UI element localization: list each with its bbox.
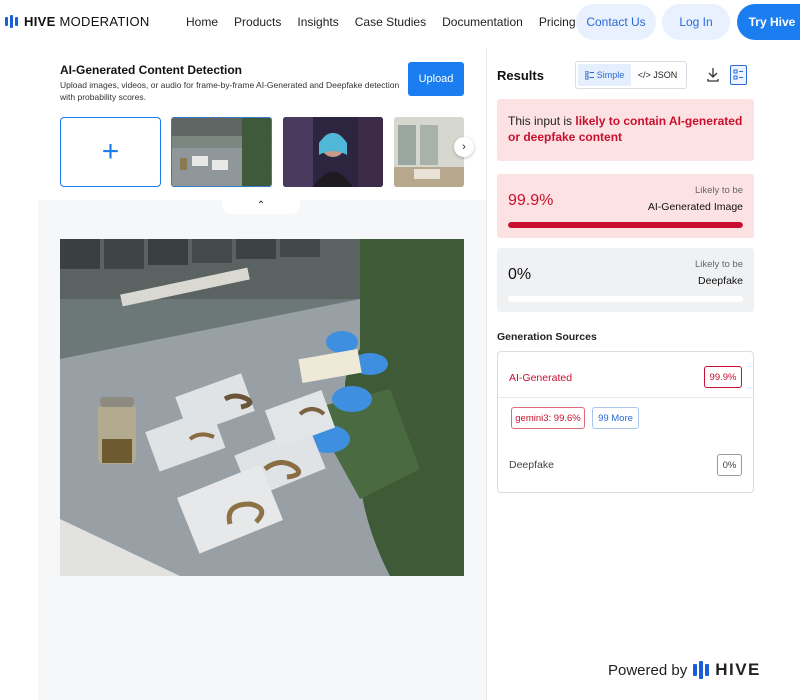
nav-insights[interactable]: Insights	[297, 15, 338, 29]
score-likely-text: Likely to be	[694, 185, 743, 196]
nav-pricing[interactable]: Pricing	[539, 15, 576, 29]
detector-description: Upload images, videos, or audio for fram…	[60, 80, 400, 102]
logo-light-text: MODERATION	[55, 14, 150, 29]
site-header: HIVE MODERATION Home Products Insights C…	[0, 0, 800, 44]
thumbnail-image	[283, 117, 383, 187]
generation-sources-title: Generation Sources	[497, 331, 597, 343]
thumbnail-image	[172, 118, 271, 186]
next-thumbnails-button[interactable]: ›	[454, 137, 474, 157]
nav-products[interactable]: Products	[234, 15, 281, 29]
deepfake-source-label: Deepfake	[509, 459, 554, 471]
collapse-thumbnails-button[interactable]: ⌃	[222, 196, 300, 214]
add-media-button[interactable]: +	[60, 117, 161, 187]
result-alert: This input is likely to contain AI-gener…	[497, 99, 754, 161]
plus-icon: +	[101, 135, 120, 168]
score-progress-bar	[508, 296, 743, 302]
preview-photo	[60, 239, 464, 576]
divider	[498, 397, 753, 398]
alert-prefix: This input is	[508, 114, 576, 128]
score-label: AI-Generated Image	[647, 201, 743, 213]
nav-case-studies[interactable]: Case Studies	[355, 15, 426, 29]
thumbnail-image	[394, 117, 464, 187]
nav-documentation[interactable]: Documentation	[442, 15, 523, 29]
uploaded-image-preview	[60, 239, 464, 576]
more-sources-chip[interactable]: 99 More	[592, 407, 639, 429]
powered-by-label: Powered by	[608, 661, 688, 679]
score-percent: 99.9%	[508, 192, 554, 209]
list-icon	[584, 70, 594, 79]
powered-by-hive[interactable]: Powered by HIVE	[608, 660, 761, 680]
hive-logo-icon	[693, 661, 710, 679]
hive-moderation-logo[interactable]: HIVE MODERATION	[5, 14, 150, 29]
nav-home[interactable]: Home	[186, 15, 218, 29]
thumbnail-3[interactable]	[394, 117, 464, 187]
logo-bold-text: HIVE	[24, 14, 56, 29]
thumbnail-selected[interactable]	[171, 117, 272, 187]
main-nav: Home Products Insights Case Studies Docu…	[186, 15, 592, 29]
score-progress-bar	[508, 222, 743, 228]
simple-view-label: Simple	[596, 70, 625, 80]
generation-sources-box: AI-Generated 99.9% gemini3: 99.6% 99 Mor…	[497, 351, 754, 493]
deepfake-score-card: 0% Likely to be Deepfake	[497, 248, 754, 312]
ai-generated-source-label: AI-Generated	[509, 372, 573, 384]
score-percent: 0%	[508, 266, 532, 283]
source-chip-gemini[interactable]: gemini3: 99.6%	[511, 407, 585, 429]
log-in-button[interactable]: Log In	[662, 4, 730, 40]
try-hive-button[interactable]: Try Hive	[737, 4, 800, 40]
detector-title: AI-Generated Content Detection	[60, 63, 243, 77]
hive-logo-icon	[5, 15, 18, 28]
report-icon[interactable]	[730, 65, 747, 85]
json-view-tab[interactable]: </> JSON	[631, 64, 684, 86]
upload-button[interactable]: Upload	[408, 62, 464, 96]
simple-view-tab[interactable]: Simple	[578, 64, 631, 86]
ai-generated-value-badge: 99.9%	[704, 366, 742, 388]
panel-divider	[486, 48, 487, 700]
deepfake-value-badge: 0%	[717, 454, 742, 476]
results-title: Results	[497, 68, 544, 83]
download-icon[interactable]	[705, 66, 721, 84]
score-label: Deepfake	[698, 275, 743, 287]
score-likely-text: Likely to be	[694, 259, 743, 270]
chevron-right-icon: ›	[462, 141, 466, 153]
ai-generated-score-card: 99.9% Likely to be AI-Generated Image	[497, 174, 754, 238]
view-toggle: Simple </> JSON	[575, 61, 687, 89]
thumbnail-2[interactable]	[283, 117, 383, 187]
hive-brand-text: HIVE	[715, 660, 761, 679]
score-progress-fill	[508, 222, 743, 228]
json-view-label: </> JSON	[637, 70, 678, 80]
chevron-up-icon: ⌃	[256, 199, 266, 211]
contact-us-button[interactable]: Contact Us	[576, 4, 656, 40]
